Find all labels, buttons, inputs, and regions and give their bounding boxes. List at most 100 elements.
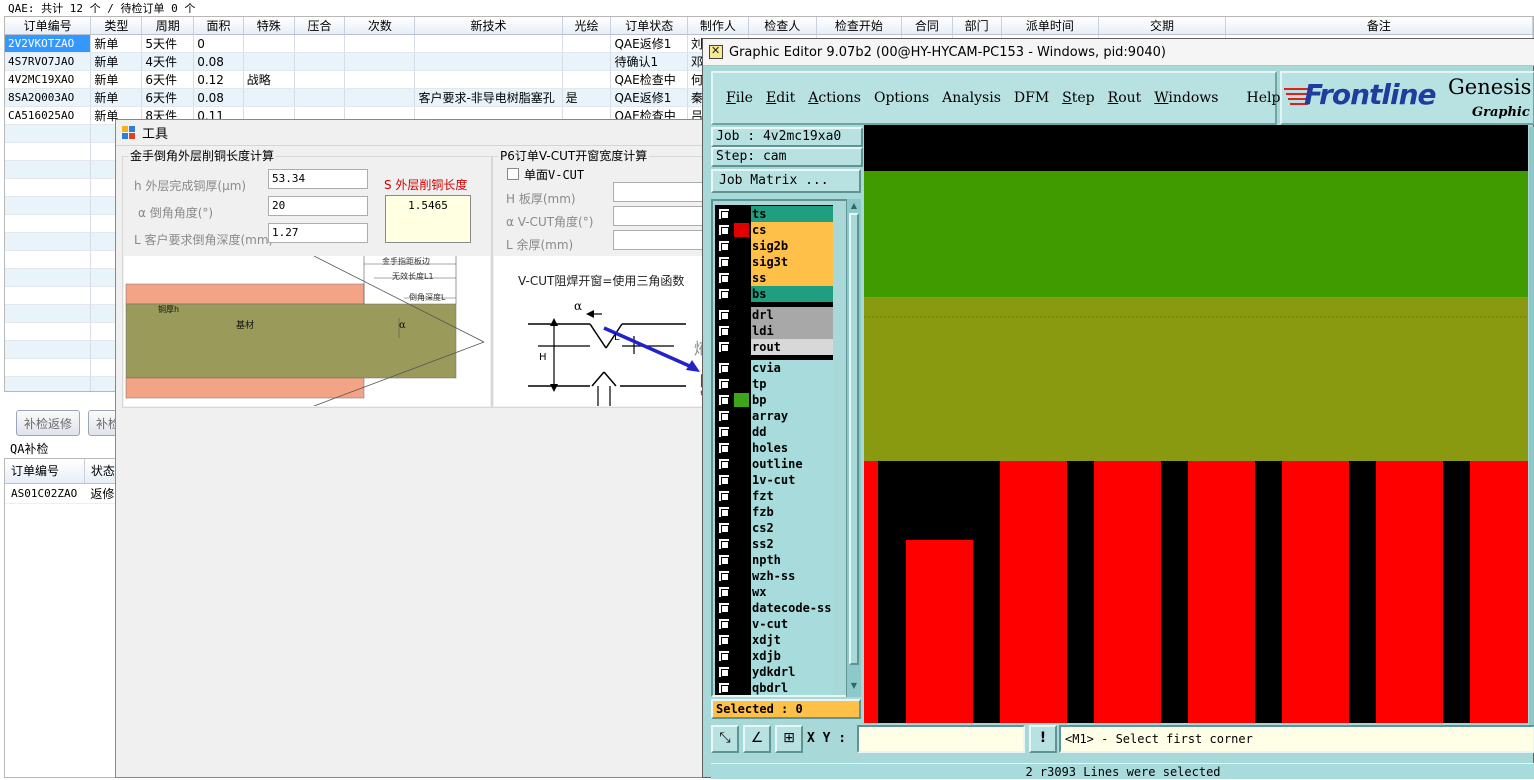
table-cell[interactable]: 4S7RVO7JAO xyxy=(5,52,92,71)
column-header[interactable]: 光绘 xyxy=(562,17,612,35)
layer-name[interactable]: ldi xyxy=(751,323,833,339)
vcut-angle-input[interactable] xyxy=(613,206,705,226)
scroll-thumb[interactable] xyxy=(849,213,859,665)
layer-row-ydkdrl[interactable]: ydkdrl xyxy=(715,664,833,680)
table-cell[interactable] xyxy=(5,322,92,341)
zoom-fit-icon[interactable]: ⤡ xyxy=(711,725,739,753)
layer-color-swatch[interactable] xyxy=(734,601,749,615)
layer-color-swatch[interactable] xyxy=(734,521,749,535)
layer-color-swatch[interactable] xyxy=(734,505,749,519)
layer-color-swatch[interactable] xyxy=(734,207,749,221)
layer-name[interactable]: npth xyxy=(751,552,833,568)
menu-rout[interactable]: Rout xyxy=(1108,90,1142,106)
table-cell[interactable] xyxy=(562,52,612,71)
table-cell[interactable] xyxy=(562,34,612,53)
layer-color-swatch[interactable] xyxy=(734,665,749,679)
layer-color-swatch[interactable] xyxy=(734,287,749,301)
menu-analysis[interactable]: Analysis xyxy=(942,90,1001,106)
layer-row-cvia[interactable]: cvia xyxy=(715,360,833,376)
layer-color-swatch[interactable] xyxy=(734,271,749,285)
layer-list[interactable]: ts cs sig2b sig3t ss bs drl ldi rout cvia tp bp arra… xyxy=(715,205,833,695)
layer-row-ldi[interactable]: ldi xyxy=(715,323,833,339)
table-cell[interactable] xyxy=(294,34,346,53)
board-thickness-input[interactable] xyxy=(613,182,705,202)
menu-edit[interactable]: Edit xyxy=(766,90,795,106)
layer-row-bp[interactable]: bp xyxy=(715,392,833,408)
table-cell[interactable]: 2V2VKOTZAO xyxy=(5,34,92,53)
table-cell[interactable] xyxy=(562,70,612,89)
column-header[interactable]: 订单编号 xyxy=(5,17,92,35)
menu-actions[interactable]: Actions xyxy=(808,90,861,106)
grid-snap-icon[interactable]: ⊞ xyxy=(775,725,803,753)
layer-row-xdjt[interactable]: xdjt xyxy=(715,632,833,648)
column-header[interactable]: 压合 xyxy=(294,17,346,35)
table-cell[interactable] xyxy=(5,286,92,305)
column-header[interactable]: 订单状态 xyxy=(610,17,688,35)
layer-checkbox[interactable] xyxy=(718,666,730,678)
layer-row-cs[interactable]: cs xyxy=(715,222,833,238)
xy-input[interactable] xyxy=(857,725,1025,753)
layer-name[interactable]: xdjb xyxy=(751,648,833,664)
qa-cell-order[interactable]: AS01C02ZAO xyxy=(5,483,85,504)
layer-name[interactable]: datecode-ss xyxy=(751,600,833,616)
layer-name[interactable]: fzt xyxy=(751,488,833,504)
layer-checkbox[interactable] xyxy=(718,570,730,582)
layer-color-swatch[interactable] xyxy=(734,681,749,695)
column-header[interactable]: 部门 xyxy=(952,17,1002,35)
table-cell[interactable]: 0.12 xyxy=(193,70,244,89)
layer-checkbox[interactable] xyxy=(718,634,730,646)
table-cell[interactable]: 4天件 xyxy=(141,52,195,71)
table-cell[interactable]: 6天件 xyxy=(141,70,195,89)
layer-color-swatch[interactable] xyxy=(734,569,749,583)
layer-row-qbdrl[interactable]: qbdrl xyxy=(715,680,833,695)
layer-checkbox[interactable] xyxy=(718,586,730,598)
table-cell[interactable]: QAE返修1 xyxy=(610,88,688,107)
layer-checkbox[interactable] xyxy=(718,650,730,662)
table-cell[interactable]: 5天件 xyxy=(141,34,195,53)
layer-name[interactable]: sig2b xyxy=(751,238,833,254)
layer-row-wzh-ss[interactable]: wzh-ss xyxy=(715,568,833,584)
table-cell[interactable] xyxy=(294,70,346,89)
table-cell[interactable] xyxy=(5,304,92,323)
table-cell[interactable] xyxy=(243,34,295,53)
table-cell[interactable]: 4V2MC19XAO xyxy=(5,70,92,89)
table-cell[interactable] xyxy=(5,178,92,197)
right-side-panel[interactable] xyxy=(1529,127,1534,725)
layer-color-swatch[interactable] xyxy=(734,489,749,503)
table-cell[interactable]: 8SA2Q003AO xyxy=(5,88,92,107)
menu-step[interactable]: Step xyxy=(1062,90,1094,106)
layer-checkbox[interactable] xyxy=(718,682,730,694)
table-cell[interactable] xyxy=(414,52,563,71)
table-cell[interactable]: 战略 xyxy=(243,70,295,89)
table-cell[interactable]: 0 xyxy=(193,34,244,53)
layer-checkbox[interactable] xyxy=(718,341,730,353)
table-cell[interactable]: CA516025AO xyxy=(5,106,92,125)
table-cell[interactable] xyxy=(243,52,295,71)
layer-name[interactable]: wzh-ss xyxy=(751,568,833,584)
menu-help[interactable]: Help xyxy=(1246,90,1280,106)
table-cell[interactable] xyxy=(414,70,563,89)
column-header[interactable]: 检查开始 xyxy=(816,17,903,35)
layer-color-swatch[interactable] xyxy=(734,537,749,551)
table-cell[interactable] xyxy=(5,250,92,269)
table-cell[interactable] xyxy=(294,88,346,107)
table-cell[interactable] xyxy=(5,358,92,377)
table-cell[interactable] xyxy=(294,52,346,71)
layer-color-swatch[interactable] xyxy=(734,585,749,599)
layer-row-v-cut[interactable]: v-cut xyxy=(715,616,833,632)
layer-checkbox[interactable] xyxy=(718,240,730,252)
layer-color-swatch[interactable] xyxy=(734,553,749,567)
menu-options[interactable]: Options xyxy=(874,90,929,106)
layer-checkbox[interactable] xyxy=(718,522,730,534)
chamfer-angle-input[interactable]: 20 xyxy=(268,196,368,216)
graphic-canvas[interactable] xyxy=(864,125,1528,723)
layer-checkbox[interactable] xyxy=(718,224,730,236)
table-cell[interactable] xyxy=(5,232,92,251)
layer-checkbox[interactable] xyxy=(718,490,730,502)
table-cell[interactable] xyxy=(5,268,92,287)
layer-color-swatch[interactable] xyxy=(734,340,749,354)
qa-col-order[interactable]: 订单编号 xyxy=(5,459,85,484)
table-cell[interactable] xyxy=(5,376,92,391)
column-header[interactable]: 交期 xyxy=(1098,17,1226,35)
menu-dfm[interactable]: DFM xyxy=(1014,90,1049,106)
